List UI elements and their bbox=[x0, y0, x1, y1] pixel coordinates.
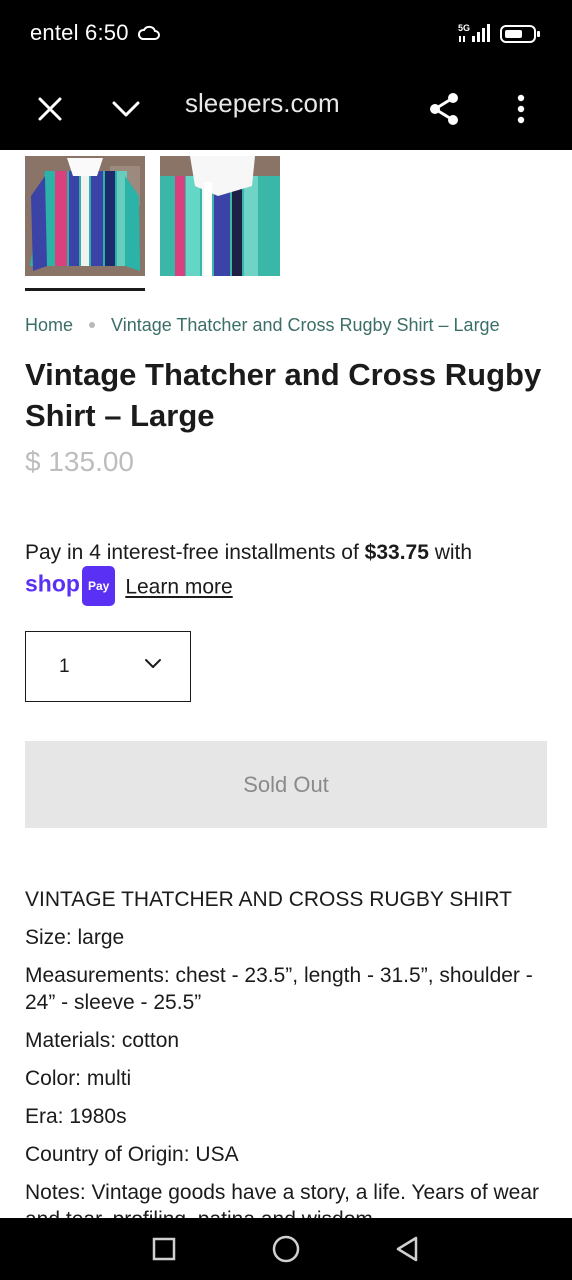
active-thumbnail-indicator bbox=[25, 288, 145, 291]
home-button[interactable] bbox=[251, 1218, 321, 1280]
recents-button[interactable] bbox=[129, 1218, 199, 1280]
more-vertical-icon bbox=[517, 94, 525, 124]
battery-icon bbox=[500, 25, 540, 43]
sold-out-button[interactable]: Sold Out bbox=[25, 741, 547, 828]
close-tab-button[interactable] bbox=[20, 68, 80, 150]
product-thumbnail-2[interactable] bbox=[160, 156, 280, 276]
product-title: Vintage Thatcher and Cross Rugby Shirt –… bbox=[25, 357, 542, 433]
breadcrumb-home-link[interactable]: Home bbox=[25, 315, 73, 335]
product-price: $ 135.00 bbox=[25, 446, 134, 477]
description-line: Size: large bbox=[25, 926, 125, 949]
url-text[interactable]: sleepers.com bbox=[185, 88, 340, 119]
clock: 6:50 bbox=[85, 20, 129, 45]
shop-logo-text: shop bbox=[25, 570, 80, 597]
description-line: Notes: Vintage goods have a story, a lif… bbox=[25, 1181, 540, 1218]
chevron-down-icon bbox=[145, 659, 161, 668]
breadcrumb-separator bbox=[89, 321, 96, 328]
quantity-value: 1 bbox=[59, 656, 70, 677]
shop-pay-logo: shop Pay bbox=[25, 566, 116, 606]
overflow-menu-button[interactable] bbox=[491, 68, 551, 150]
signal-icon: 5G bbox=[458, 22, 494, 49]
status-bar: entel 6:50 5G bbox=[0, 0, 572, 68]
browser-toolbar: sleepers.com bbox=[0, 68, 572, 150]
cloud-icon bbox=[137, 25, 160, 40]
square-icon bbox=[152, 1237, 176, 1261]
description-line: Color: multi bbox=[25, 1067, 132, 1090]
installments-text: Pay in 4 interest-free installments of bbox=[25, 541, 365, 564]
chevron-down-icon bbox=[112, 101, 140, 117]
installment-amount: $33.75 bbox=[364, 541, 429, 564]
breadcrumb-current-link[interactable]: Vintage Thatcher and Cross Rugby Shirt –… bbox=[111, 315, 500, 335]
page-content: Home Vintage Thatcher and Cross Rugby Shi… bbox=[0, 150, 572, 1218]
close-icon bbox=[38, 97, 62, 121]
product-description: VINTAGE THATCHER AND CROSS RUGBY SHIRT S… bbox=[25, 886, 555, 1218]
quantity-select[interactable]: 1 bbox=[25, 631, 191, 702]
description-line: Era: 1980s bbox=[25, 1105, 127, 1128]
share-button[interactable] bbox=[414, 68, 474, 150]
product-thumbnail-1[interactable] bbox=[25, 156, 145, 276]
rugby-shirt-image-front bbox=[25, 156, 145, 276]
status-carrier-time: entel 6:50 bbox=[30, 20, 129, 46]
learn-more-link[interactable]: Learn more bbox=[125, 576, 232, 599]
triangle-back-icon bbox=[396, 1236, 418, 1262]
collapse-button[interactable] bbox=[96, 68, 156, 150]
share-icon bbox=[430, 93, 458, 125]
description-line: Country of Origin: USA bbox=[25, 1143, 239, 1166]
carrier-name: entel bbox=[30, 20, 79, 45]
description-line: VINTAGE THATCHER AND CROSS RUGBY SHIRT bbox=[25, 888, 512, 911]
circle-icon bbox=[272, 1235, 300, 1263]
installments-suffix: with bbox=[428, 541, 473, 564]
shop-pay-chip: Pay bbox=[81, 566, 116, 606]
rugby-shirt-image-collar bbox=[160, 156, 280, 276]
description-line: Measurements: chest - 23.5”, length - 31… bbox=[25, 964, 533, 1014]
network-type-label: 5G bbox=[458, 23, 470, 33]
shop-pay-installments: Pay in 4 interest-free installments of $… bbox=[25, 536, 555, 606]
back-button[interactable] bbox=[372, 1218, 442, 1280]
description-line: Materials: cotton bbox=[25, 1029, 180, 1052]
breadcrumb: Home Vintage Thatcher and Cross Rugby Shi… bbox=[25, 315, 500, 336]
system-navigation-bar bbox=[0, 1218, 572, 1280]
